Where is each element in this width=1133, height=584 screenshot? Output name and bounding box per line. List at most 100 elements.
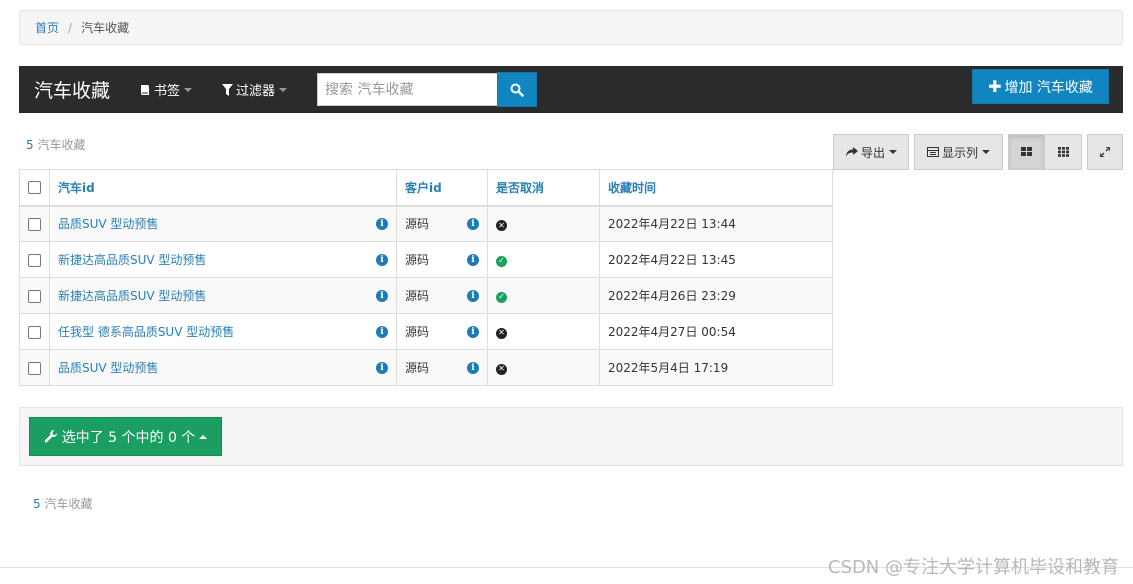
info-icon[interactable]: i [467,289,479,302]
expand-icon [1100,147,1110,157]
close-circle-icon: ✕ [496,327,507,339]
export-label: 导出 [860,145,885,160]
customer-name: 源码 [405,361,430,375]
columns-icon [926,147,939,157]
customer-name: 源码 [405,217,430,232]
plus-icon: ✚ [988,77,1002,96]
car-link[interactable]: 品质SUV 型动预售 [58,215,158,232]
bookmarks-dropdown[interactable]: 书签 [139,80,193,99]
car-link[interactable]: 新捷达高品质SUV 型动预售 [58,287,206,304]
favorite-time-cell: 2022年4月22日 13:44 [599,205,833,242]
table-row[interactable]: 新捷达高品质SUV 型动预售 i 源码 i ✓ 2022年4月22日 13:45 [19,241,833,278]
bookmarks-label: 书签 [154,84,181,99]
cancelled-cell: ✕ [487,205,600,242]
close-circle-icon: ✕ [496,363,507,375]
breadcrumb-current: 汽车收藏 [81,21,130,35]
result-count-footer: 5 汽车收藏 [33,495,92,512]
car-id-cell: 新捷达高品质SUV 型动预售 i [49,277,397,314]
grid-large-icon [1021,147,1032,156]
row-checkbox[interactable] [28,325,41,339]
customer-id-cell: 源码 i [396,205,488,242]
info-icon[interactable]: i [376,361,388,374]
table-row[interactable]: 品质SUV 型动预售 i 源码 i ✕ 2022年5月4日 17:19 [19,349,833,386]
info-icon[interactable]: i [376,325,388,338]
results-table: 汽车id 客户id 是否取消 收藏时间 品质SUV 型动预售 i 源码 i ✕ 2022年… [19,169,833,386]
favorite-time-cell: 2022年5月4日 17:19 [599,349,833,386]
car-id-cell: 任我型 德系高品质SUV 型动预售 i [49,313,397,350]
select-all-cell [19,169,50,207]
search-icon [510,83,524,97]
column-header-cancelled[interactable]: 是否取消 [487,169,600,207]
table-row[interactable]: 品质SUV 型动预售 i 源码 i ✕ 2022年4月22日 13:44 [19,205,833,242]
small-grid-view-button[interactable] [1044,134,1082,170]
table-row[interactable]: 任我型 德系高品质SUV 型动预售 i 源码 i ✕ 2022年4月27日 00:54 [19,313,833,350]
check-circle-icon: ✓ [496,291,507,303]
row-checkbox[interactable] [28,361,41,375]
result-count-footer-number: 5 [33,497,41,511]
action-panel: 选中了 5 个中的 0 个 [19,407,1123,466]
table-header-row: 汽车id 客户id 是否取消 收藏时间 [19,169,833,207]
bulk-action-button[interactable]: 选中了 5 个中的 0 个 [29,417,222,456]
customer-id-cell: 源码 i [396,349,488,386]
customer-id-cell: 源码 i [396,313,488,350]
share-icon [845,146,858,157]
breadcrumb: 首页 / 汽车收藏 [19,10,1123,45]
car-link[interactable]: 品质SUV 型动预售 [58,359,158,376]
chevron-down-icon [279,87,288,92]
chevron-down-icon [889,150,897,154]
chevron-up-icon [199,434,208,439]
cancelled-cell: ✓ [487,241,600,278]
column-header-car-id[interactable]: 汽车id [49,169,397,207]
info-icon[interactable]: i [467,361,479,374]
filter-icon [222,83,234,96]
row-checkbox[interactable] [28,289,41,303]
list-navbar: 汽车收藏 书签 过滤器 ✚ 增加 汽车收藏 [19,66,1123,113]
result-count-footer-label: 汽车收藏 [44,497,93,511]
customer-name: 源码 [405,253,430,267]
cancelled-cell: ✕ [487,349,600,386]
add-button-label: 增加 汽车收藏 [1004,79,1093,96]
columns-button[interactable]: 显示列 [914,134,1003,170]
row-checkbox[interactable] [28,217,41,231]
favorite-time-cell: 2022年4月26日 23:29 [599,277,833,314]
add-car-favorite-button[interactable]: ✚ 增加 汽车收藏 [972,69,1109,104]
wrench-icon [44,429,57,442]
row-select-cell [19,349,50,386]
search-form [317,72,537,107]
result-count-number: 5 [26,138,34,152]
info-icon[interactable]: i [467,217,479,230]
info-icon[interactable]: i [376,217,388,230]
car-link[interactable]: 任我型 德系高品质SUV 型动预售 [58,323,234,340]
close-circle-icon: ✕ [496,220,507,231]
customer-id-cell: 源码 i [396,277,488,314]
info-icon[interactable]: i [467,325,479,338]
filter-dropdown[interactable]: 过滤器 [222,80,288,99]
car-link[interactable]: 新捷达高品质SUV 型动预售 [58,251,206,268]
customer-name: 源码 [405,289,430,303]
cancelled-cell: ✕ [487,313,600,350]
export-button[interactable]: 导出 [833,134,909,170]
table-row[interactable]: 新捷达高品质SUV 型动预售 i 源码 i ✓ 2022年4月26日 23:29 [19,277,833,314]
info-icon[interactable]: i [467,253,479,266]
chevron-down-icon [184,87,193,92]
row-checkbox[interactable] [28,253,41,267]
row-select-cell [19,313,50,350]
chevron-down-icon [982,150,990,154]
column-header-favorite-time[interactable]: 收藏时间 [599,169,833,207]
info-icon[interactable]: i [376,289,388,302]
favorite-time-cell: 2022年4月27日 00:54 [599,313,833,350]
columns-label: 显示列 [941,145,978,160]
search-input[interactable] [317,73,497,106]
breadcrumb-home-link[interactable]: 首页 [35,19,59,36]
large-grid-view-button[interactable] [1008,134,1045,170]
book-icon [141,84,150,95]
info-icon[interactable]: i [376,253,388,266]
row-select-cell [19,241,50,278]
column-header-customer-id[interactable]: 客户id [396,169,488,207]
select-all-checkbox[interactable] [28,181,41,195]
grid-small-icon [1057,147,1069,157]
breadcrumb-separator: / [68,20,73,35]
fullscreen-button[interactable] [1087,134,1123,170]
car-id-cell: 品质SUV 型动预售 i [49,349,397,386]
search-button[interactable] [497,72,537,107]
